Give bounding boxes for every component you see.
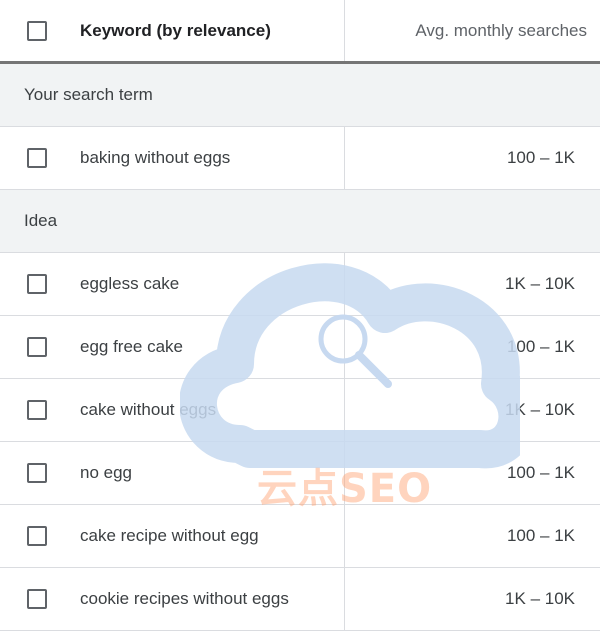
row-checkbox[interactable]	[27, 274, 47, 294]
table-row[interactable]: egg free cake 100 – 1K	[0, 316, 600, 379]
keyword-cell: no egg	[80, 463, 132, 482]
keyword-cell: eggless cake	[80, 274, 180, 293]
keyword-column-header[interactable]: Keyword (by relevance)	[74, 21, 344, 41]
searches-cell: 100 – 1K	[344, 316, 600, 378]
keyword-cell: cake without eggs	[80, 400, 217, 419]
searches-cell: 100 – 1K	[344, 505, 600, 567]
keyword-cell: cookie recipes without eggs	[80, 589, 289, 608]
table-header: Keyword (by relevance) Avg. monthly sear…	[0, 0, 600, 64]
searches-cell: 1K – 10K	[344, 568, 600, 630]
searches-cell: 1K – 10K	[344, 253, 600, 315]
table-row[interactable]: no egg 100 – 1K	[0, 442, 600, 505]
group-header-search-term: Your search term	[0, 64, 600, 127]
row-checkbox[interactable]	[27, 337, 47, 357]
keyword-cell: cake recipe without egg	[80, 526, 259, 545]
row-checkbox[interactable]	[27, 463, 47, 483]
searches-column-header[interactable]: Avg. monthly searches	[344, 0, 600, 61]
table-row[interactable]: baking without eggs 100 – 1K	[0, 127, 600, 190]
keyword-cell: egg free cake	[80, 337, 184, 356]
row-checkbox[interactable]	[27, 526, 47, 546]
keyword-table: Keyword (by relevance) Avg. monthly sear…	[0, 0, 600, 631]
group-header-idea: Idea	[0, 190, 600, 253]
table-row[interactable]: eggless cake 1K – 10K	[0, 253, 600, 316]
row-checkbox[interactable]	[27, 148, 47, 168]
row-checkbox[interactable]	[27, 589, 47, 609]
keyword-cell: baking without eggs	[80, 148, 231, 167]
select-all-cell	[0, 20, 74, 41]
table-row[interactable]: cake recipe without egg 100 – 1K	[0, 505, 600, 568]
table-row[interactable]: cake without eggs 1K – 10K	[0, 379, 600, 442]
searches-cell: 100 – 1K	[344, 442, 600, 504]
table-row[interactable]: cookie recipes without eggs 1K – 10K	[0, 568, 600, 631]
searches-cell: 1K – 10K	[344, 379, 600, 441]
row-checkbox[interactable]	[27, 400, 47, 420]
select-all-checkbox[interactable]	[27, 20, 47, 41]
searches-cell: 100 – 1K	[344, 127, 600, 189]
